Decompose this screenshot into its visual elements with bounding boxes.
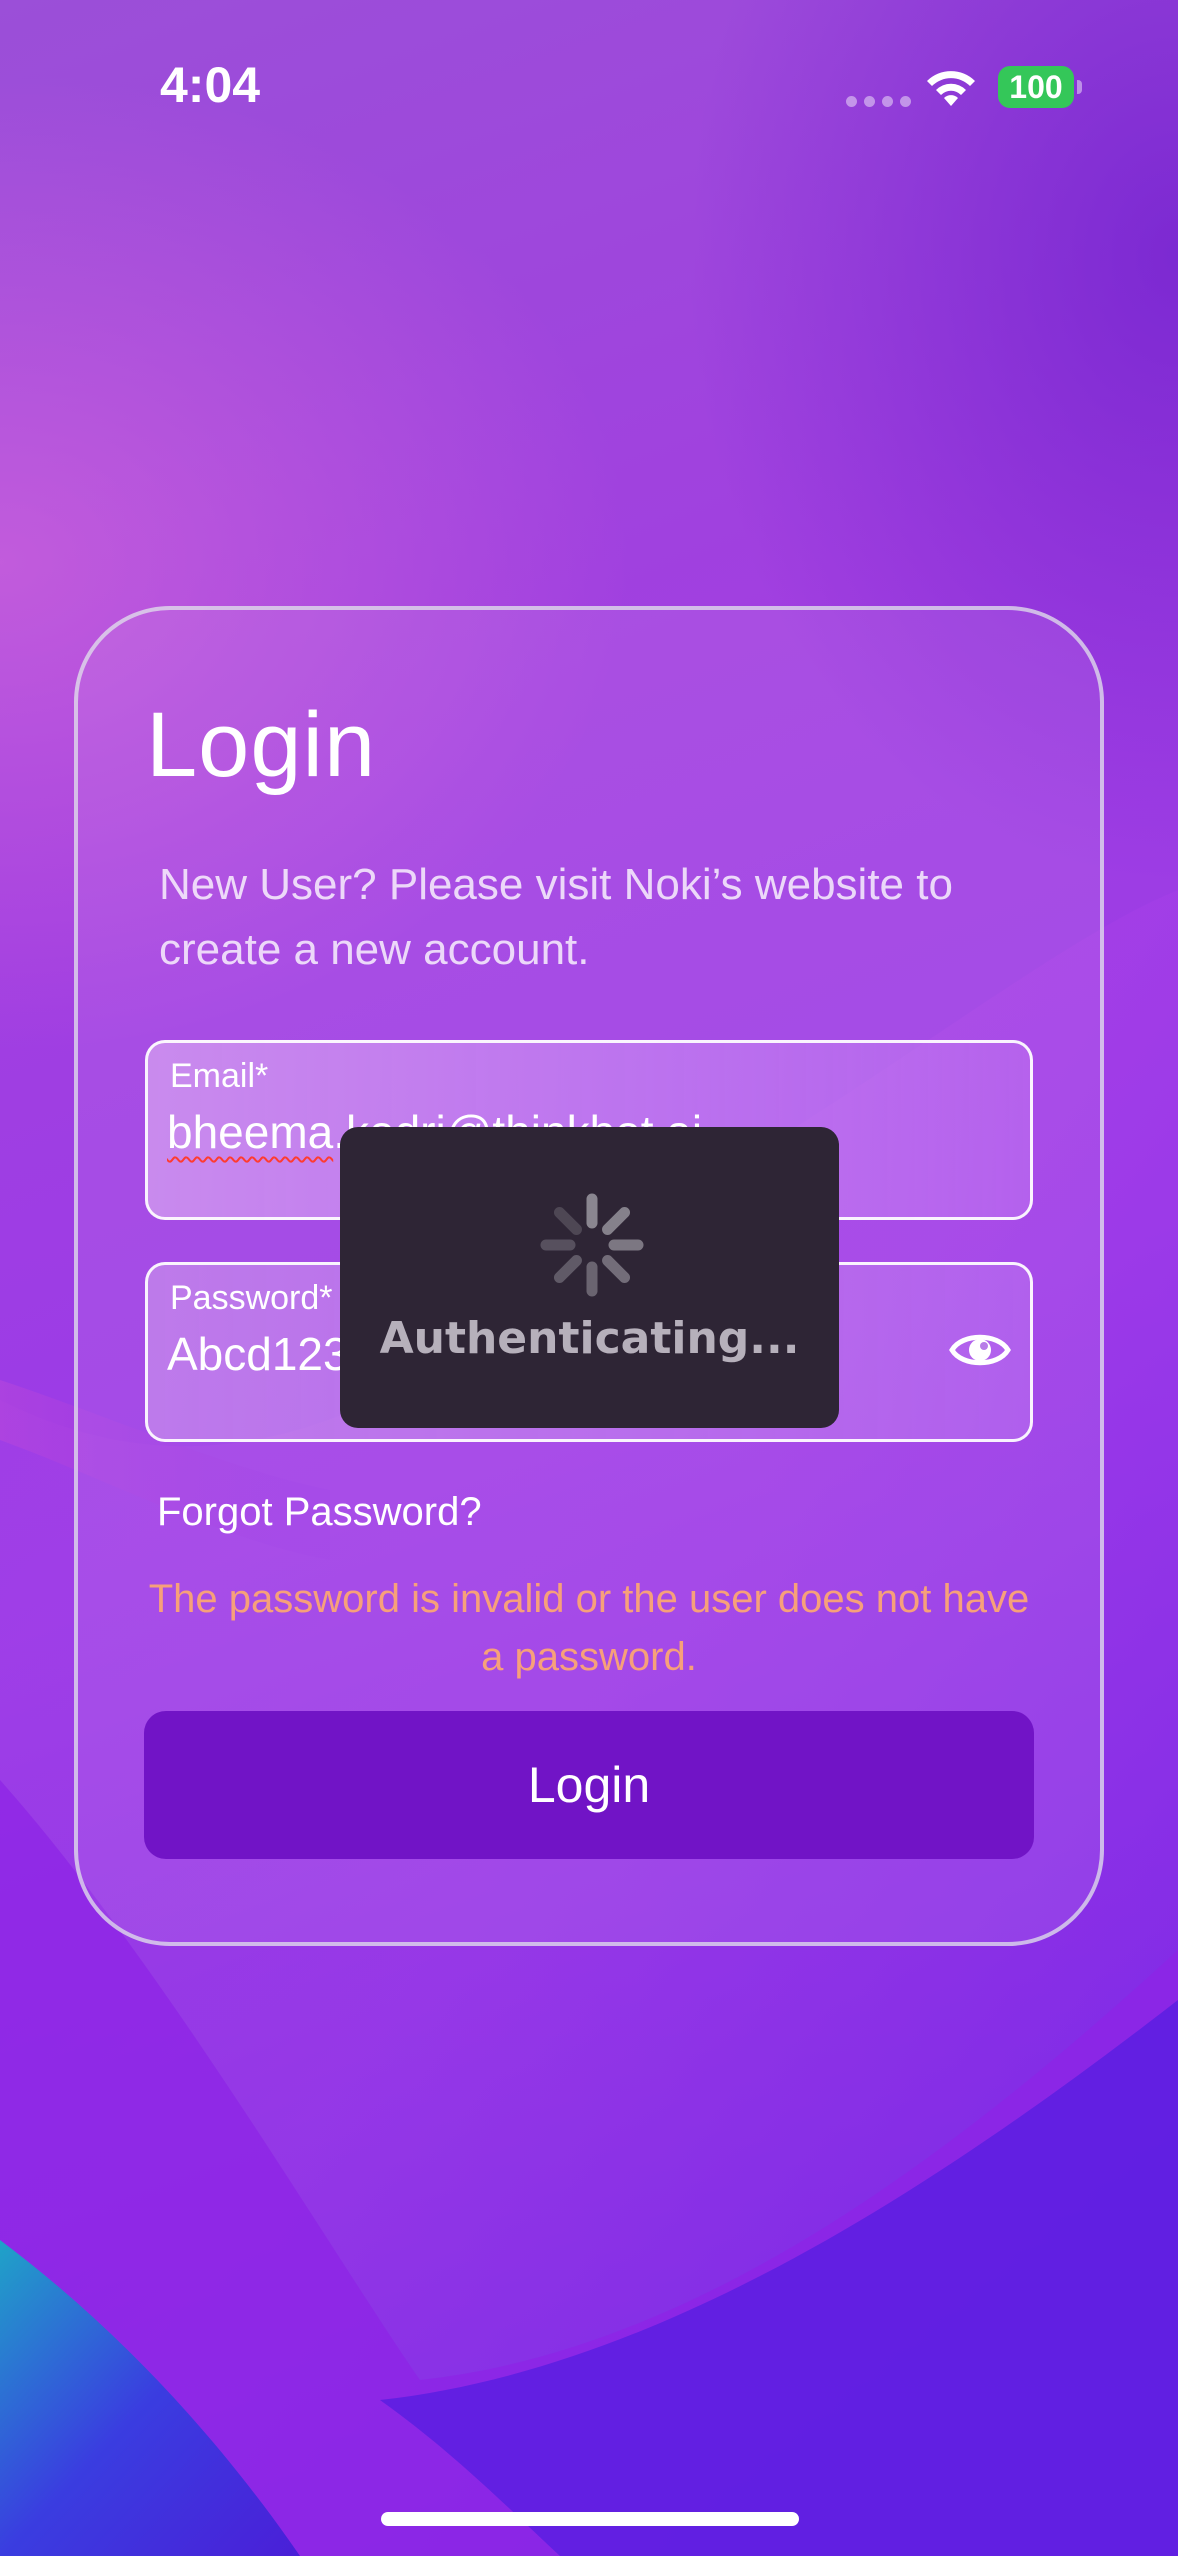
- forgot-password-link[interactable]: Forgot Password?: [157, 1490, 482, 1535]
- status-bar: 4:04 100: [0, 0, 1178, 175]
- spinner-icon: [540, 1193, 644, 1297]
- status-time: 4:04: [160, 57, 261, 113]
- login-button[interactable]: Login: [144, 1711, 1034, 1859]
- password-value[interactable]: Abcd123: [167, 1327, 349, 1381]
- home-indicator[interactable]: [381, 2512, 799, 2526]
- cellular-signal-icon: [846, 96, 911, 107]
- wifi-icon: [927, 71, 975, 106]
- error-message: The password is invalid or the user does…: [148, 1577, 1030, 1679]
- eye-icon[interactable]: [948, 1325, 1012, 1375]
- email-label: Email*: [170, 1057, 269, 1095]
- email-misspelled-part: bheema: [167, 1106, 334, 1158]
- battery-indicator: 100: [998, 66, 1074, 108]
- new-user-subtitle: New User? Please visit Noki’s website to…: [159, 860, 953, 974]
- page-title: Login: [146, 694, 377, 796]
- battery-tip-icon: [1077, 80, 1082, 94]
- password-label: Password*: [170, 1279, 333, 1317]
- authenticating-label: Authenticating...: [379, 1313, 800, 1364]
- loading-overlay: Authenticating...: [340, 1127, 839, 1428]
